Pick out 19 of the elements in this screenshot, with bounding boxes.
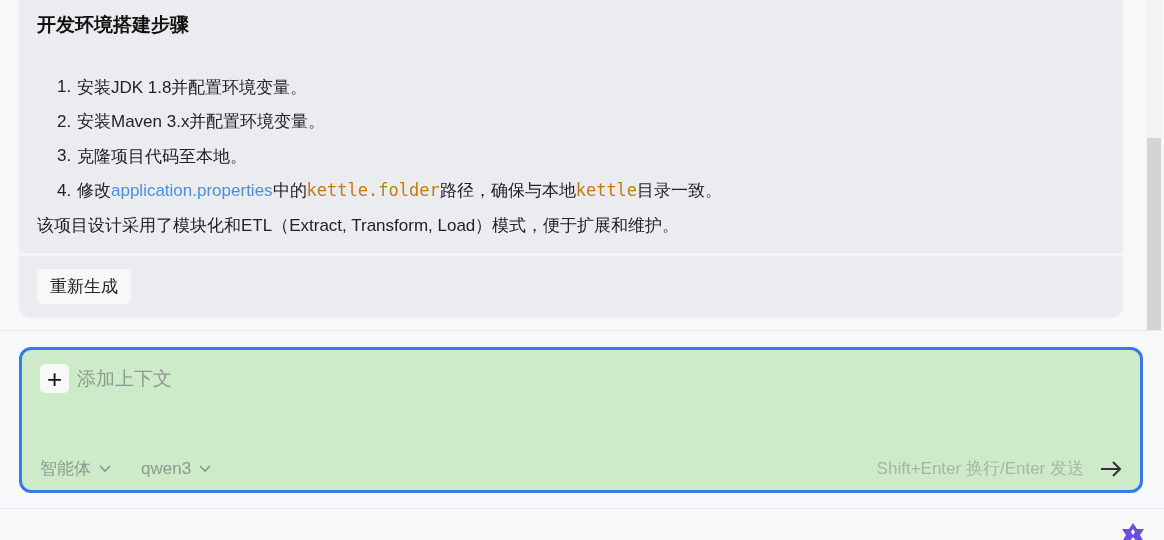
- message-heading: 开发环境搭建步骤: [37, 12, 190, 37]
- step-text: 安装JDK 1.8并配置环境变量。: [77, 76, 308, 99]
- step-text: 安装Maven 3.x并配置环境变量。: [77, 111, 326, 134]
- step-text: 克隆项目代码至本地。: [77, 145, 247, 168]
- chevron-icon: [99, 464, 111, 473]
- logo-icon[interactable]: [1120, 522, 1146, 540]
- regenerate-button[interactable]: 重新生成: [37, 269, 131, 304]
- context-input[interactable]: 添加上下文: [75, 366, 1122, 391]
- summary-text: 该项目设计采用了模块化和ETL（Extract, Transform, Load）模式，便于扩展和维护。: [37, 214, 681, 237]
- scrollbar-thumb[interactable]: [1147, 138, 1161, 330]
- step-number: 3.: [57, 146, 73, 167]
- chevron-icon: [199, 464, 212, 473]
- step-text: 修改application.properties中的kettle.folder路径，确保与本地kettle目录一致。: [77, 179, 723, 203]
- step-number: 2.: [57, 111, 73, 132]
- step-number: 1.: [57, 77, 73, 98]
- step-number: 4.: [57, 180, 73, 201]
- add-context-button[interactable]: +: [40, 364, 69, 393]
- scrollbar[interactable]: [1146, 0, 1162, 330]
- send-icon[interactable]: [1100, 460, 1122, 477]
